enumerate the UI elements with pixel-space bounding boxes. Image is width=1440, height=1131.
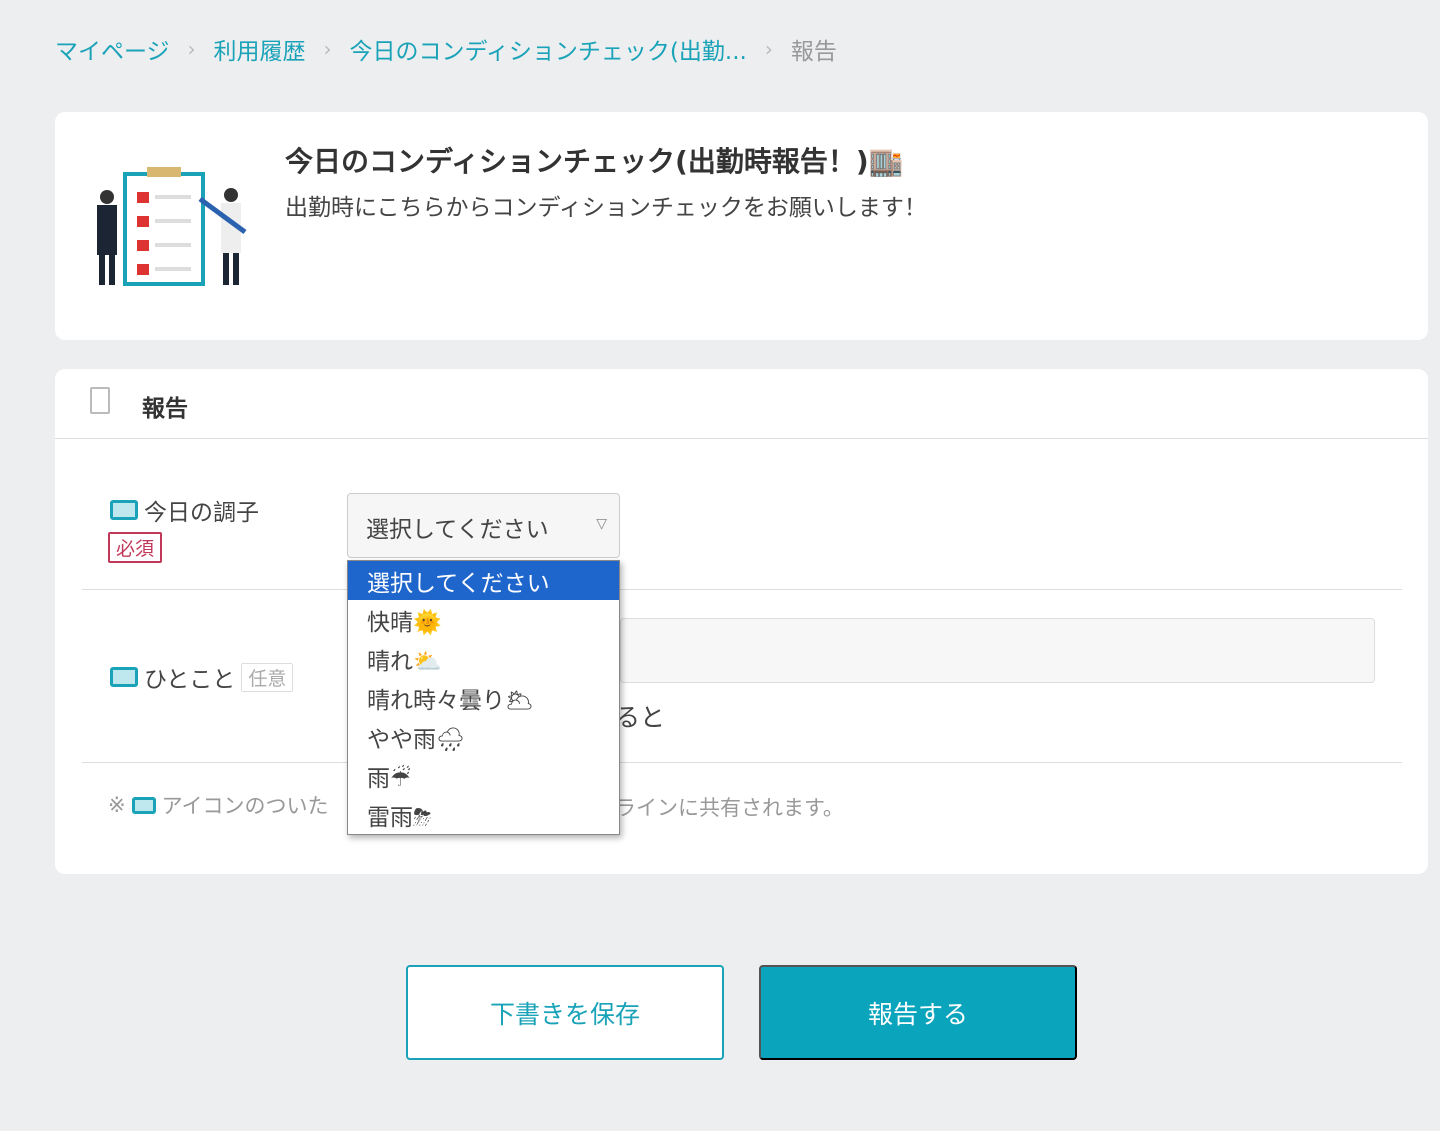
optional-badge: 任意	[241, 662, 294, 692]
option-sunny[interactable]: 晴れ⛅	[348, 639, 619, 678]
line-icon	[131, 796, 156, 814]
breadcrumb-current: 報告	[790, 39, 837, 65]
divider	[82, 589, 1402, 590]
chevron-right-icon: ›	[187, 37, 196, 61]
divider	[82, 762, 1402, 763]
condition-dropdown: 選択してください 快晴🌞 晴れ⛅ 晴れ時々曇り🌥 やや雨🌧 雨☔ 雷雨⛈	[347, 560, 620, 835]
line-icon	[110, 500, 138, 520]
section-title: 報告	[142, 396, 188, 422]
breadcrumb-mypage[interactable]: マイページ	[55, 32, 170, 66]
condition-label: 今日の調子	[110, 493, 259, 527]
breadcrumb-history[interactable]: 利用履歴	[214, 32, 306, 66]
page-subtitle: 出勤時にこちらからコンディションチェックをお願いします！	[285, 195, 927, 221]
document-icon	[90, 387, 110, 414]
breadcrumb: マイページ › 利用履歴 › 今日のコンディションチェック(出勤... › 報告	[55, 32, 837, 66]
option-partly-cloudy[interactable]: 晴れ時々曇り🌥	[348, 678, 619, 717]
line-icon	[110, 667, 138, 687]
comment-hint: ると	[615, 703, 666, 732]
option-light-rain[interactable]: やや雨🌧	[348, 717, 619, 756]
save-draft-button[interactable]: 下書きを保存	[406, 965, 724, 1060]
note-continued: ラインに共有されます。	[615, 796, 844, 820]
form-header-card: 今日のコンディションチェック(出勤時報告！)🏬 出勤時にこちらからコンディション…	[55, 112, 1428, 340]
breadcrumb-form[interactable]: 今日のコンディションチェック(出勤...	[350, 32, 747, 66]
required-badge: 必須	[108, 532, 163, 563]
option-rain[interactable]: 雨☔	[348, 756, 619, 795]
submit-report-button[interactable]: 報告する	[759, 965, 1077, 1060]
comment-input[interactable]	[620, 618, 1375, 683]
option-thunderstorm[interactable]: 雷雨⛈	[348, 795, 619, 834]
section-header: 報告	[55, 369, 1428, 439]
note: ※ アイコンのついた	[108, 793, 329, 818]
comment-label: ひとこと 任意	[110, 660, 294, 694]
chevron-right-icon: ›	[323, 37, 332, 61]
page-title: 今日のコンディションチェック(出勤時報告！)🏬	[285, 145, 904, 178]
option-clear[interactable]: 快晴🌞	[348, 600, 619, 639]
chevron-down-icon: ▽	[596, 516, 607, 532]
condition-select[interactable]: 選択してください ▽	[347, 493, 620, 558]
checklist-illustration	[97, 167, 247, 286]
option-placeholder[interactable]: 選択してください	[348, 561, 619, 600]
chevron-right-icon: ›	[764, 37, 773, 61]
